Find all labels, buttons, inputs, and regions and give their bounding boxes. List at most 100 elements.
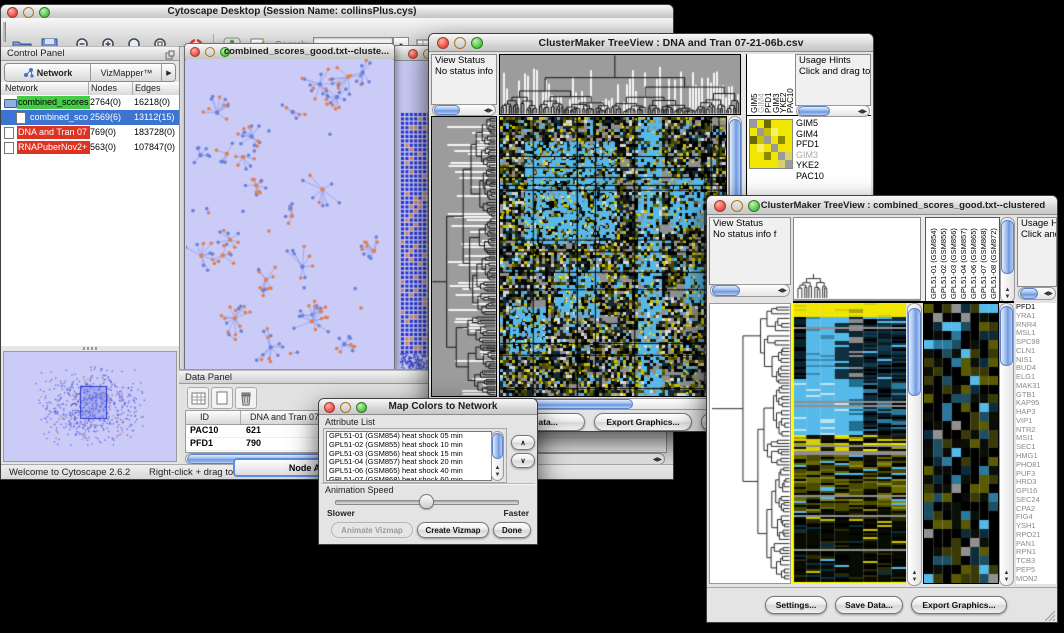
tv1-column-label: PAC10 <box>787 88 795 113</box>
network-row[interactable]: DNA and Tran 07769(0)183728(0) <box>1 125 179 140</box>
network-nodes: 769(0) <box>90 125 132 140</box>
tv2-gene-label: YSH1 <box>1016 522 1056 531</box>
tv1-column-dendrogram[interactable] <box>499 54 741 115</box>
matrix-cell <box>764 128 771 136</box>
minimize-button[interactable] <box>340 402 351 413</box>
matrix-cell <box>764 136 771 144</box>
tv2-gene-label: NTR2 <box>1016 426 1056 435</box>
minimize-button[interactable] <box>23 7 34 18</box>
scroll-arrows[interactable]: ◀▶ <box>653 454 662 464</box>
float-panel-icon[interactable] <box>165 50 175 60</box>
tv1-gene-dendrogram[interactable] <box>431 116 497 397</box>
close-button[interactable] <box>437 37 449 49</box>
tv2-gene-label: VIP1 <box>1016 417 1056 426</box>
tv2-gene-label: HRD3 <box>1016 478 1056 487</box>
close-button[interactable] <box>714 200 726 212</box>
close-button[interactable] <box>324 402 335 413</box>
delete-attribute-trash-icon[interactable] <box>235 387 257 409</box>
main-titlebar: Cytoscape Desktop (Session Name: collins… <box>1 5 673 19</box>
tv2-column-label: GPL51-07 (GSM868) <box>980 228 988 299</box>
animate-vizmap-button[interactable]: Animate Vizmap <box>331 522 413 538</box>
network-view-window: combined_scores_good.txt--cluste... <box>184 43 395 370</box>
tv2-gene-labels: PFD1YRA1RNR4MSL1SPC98CLN1NIS1BUD4ELG1MAK… <box>1016 303 1056 584</box>
resize-grip[interactable] <box>1045 611 1055 621</box>
usage-hints-text: Click and drag to <box>1018 229 1056 240</box>
birdseye-view[interactable] <box>3 351 177 462</box>
close-button[interactable] <box>7 7 18 18</box>
matrix-cell <box>764 120 771 128</box>
matrix-cell <box>757 152 764 160</box>
tv2-gene-label: GTB1 <box>1016 391 1056 400</box>
export-graphics-button[interactable]: Export Graphics... <box>594 413 692 431</box>
network-canvas[interactable] <box>186 59 393 368</box>
matrix-cell <box>771 128 778 136</box>
tv2-column-dendrogram[interactable] <box>793 217 921 301</box>
tv2-usage-hscrollbar[interactable]: ◀▶ <box>1018 287 1056 300</box>
attribute-list-vscrollbar[interactable]: ▲▼ <box>491 431 504 481</box>
tv2-column-label: GPL51-01 (GSM854) <box>930 228 938 299</box>
tv2-gene-label: SEC1 <box>1016 443 1056 452</box>
view-status-title: View Status <box>710 218 790 229</box>
tv2-bottom-bar: Settings... Save Data... Export Graphics… <box>707 587 1057 623</box>
minimize-button[interactable] <box>454 37 466 49</box>
tv2-gene-label: MSI1 <box>1016 434 1056 443</box>
network-edges: 107847(0) <box>134 140 179 155</box>
network-row[interactable]: RNAPuberNov2+563(0)107847(0) <box>1 140 179 155</box>
save-data-button[interactable]: Save Data... <box>835 596 903 614</box>
matrix-cell <box>771 144 778 152</box>
move-up-button[interactable]: ∧ <box>511 435 535 450</box>
attribute-list[interactable]: GPL51-01 (GSM854) heat shock 05 minGPL51… <box>326 431 492 481</box>
tv1-usage-hscrollbar[interactable]: ◀▶ <box>796 105 870 117</box>
tab-network[interactable]: Network <box>5 64 90 81</box>
matrix-cell <box>750 136 757 144</box>
matrix-cell <box>778 136 785 144</box>
export-graphics-button[interactable]: Export Graphics... <box>911 596 1007 614</box>
settings-button[interactable]: Settings... <box>765 596 827 614</box>
tab-vizmapper[interactable]: VizMapper™ <box>90 64 162 81</box>
tv1-view-status-panel: View Status No status info f <box>431 54 497 105</box>
tv1-summary-matrix[interactable] <box>749 119 793 169</box>
network-name: combined_sco <box>29 111 90 124</box>
tv2-gene-label: PUF3 <box>1016 470 1056 479</box>
tv2-gene-dendrogram[interactable] <box>709 303 791 584</box>
close-button[interactable] <box>408 49 418 59</box>
matrix-cell <box>757 144 764 152</box>
create-vizmap-button[interactable]: Create Vizmap <box>417 522 489 538</box>
tv2-gene-label: ELG1 <box>1016 373 1056 382</box>
matrix-cell <box>757 128 764 136</box>
faster-label: Faster <box>503 508 529 518</box>
tv2-heatmap-vscrollbar[interactable]: ▲▼ <box>907 303 922 586</box>
done-button[interactable]: Done <box>493 522 531 538</box>
tv1-status-hscrollbar[interactable]: ◀▶ <box>432 104 496 116</box>
view-status-text: No status info f <box>710 229 790 240</box>
tv1-heatmap[interactable] <box>499 116 727 397</box>
animation-speed-slider-thumb[interactable] <box>419 494 434 509</box>
birdseye-canvas[interactable] <box>4 352 176 459</box>
tv2-heatmap[interactable] <box>792 303 906 584</box>
close-button[interactable] <box>190 47 200 57</box>
new-attribute-icon[interactable] <box>211 387 233 409</box>
matrix-cell <box>771 120 778 128</box>
attribute-list-item[interactable]: GPL51-07 (GSM868) heat shock 60 min <box>327 476 491 481</box>
network-row[interactable]: combined_sco2569(6)13112(15) <box>1 110 179 125</box>
attribute-id: PFD1 <box>190 437 240 450</box>
tv2-status-hscrollbar[interactable]: ◀▶ <box>710 284 790 297</box>
tv2-gene-label: KAP95 <box>1016 399 1056 408</box>
tv2-zoom-vscrollbar[interactable]: ▲▼ <box>999 303 1014 586</box>
tv2-gene-label: HMG1 <box>1016 452 1056 461</box>
tv2-zoom-heatmap[interactable] <box>923 303 999 584</box>
tv2-gene-label: CLN1 <box>1016 347 1056 356</box>
splitter-grip[interactable] <box>83 347 97 350</box>
minimize-button[interactable] <box>731 200 743 212</box>
tv2-collabel-vscrollbar[interactable]: ▲▼ <box>1000 217 1015 303</box>
move-down-button[interactable]: ∨ <box>511 453 535 468</box>
minimize-button[interactable] <box>205 47 215 57</box>
network-nodes: 563(0) <box>90 140 132 155</box>
attribute-table-icon[interactable] <box>187 387 209 409</box>
network-tab-icon <box>23 67 34 78</box>
tv2-gene-label: RPN1 <box>1016 548 1056 557</box>
network-row[interactable]: combined_scores2764(0)16218(0) <box>1 95 179 110</box>
network-view-title: combined_scores_good.txt--cluste... <box>223 44 390 59</box>
matrix-cell <box>785 128 792 136</box>
tab-overflow-arrow[interactable]: ▶ <box>161 64 176 81</box>
